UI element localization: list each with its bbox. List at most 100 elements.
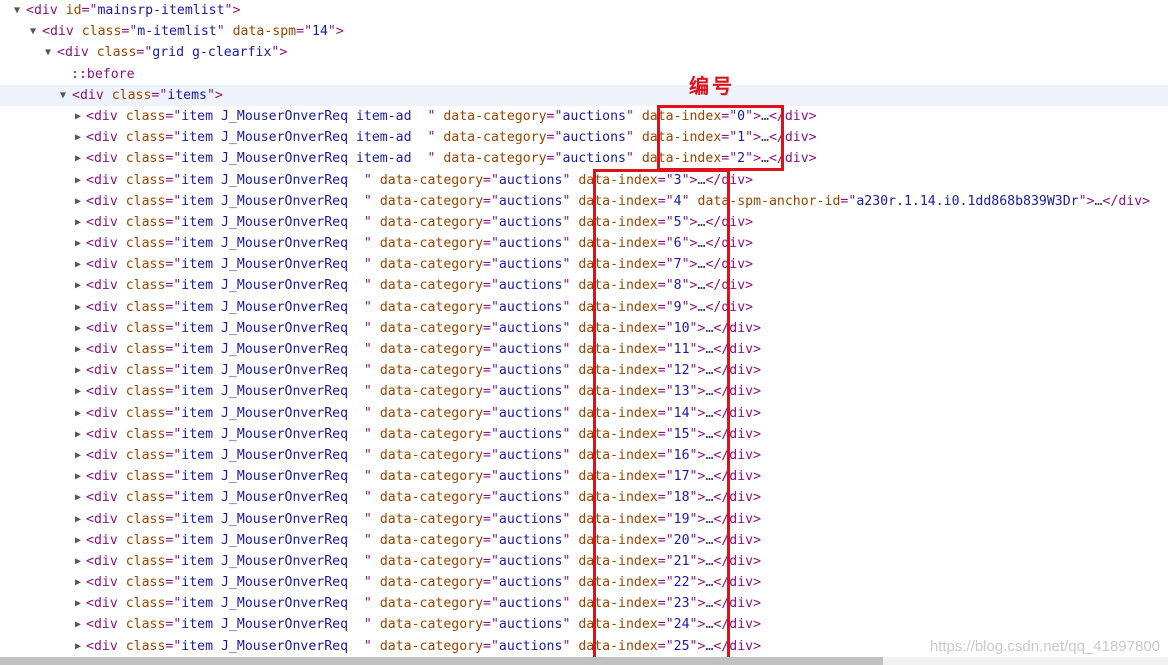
attr-name: data-index [578,447,658,463]
attr-name: data-index [641,108,722,124]
item-class-value: item J_MouserOnverReq [181,490,364,506]
dom-node-item[interactable]: ▶ <div class="item J_MouserOnverReq " dat… [0,275,1168,296]
dom-node-item[interactable]: ▶ <div class="item J_MouserOnverReq " dat… [0,191,1168,212]
attr-name: data-category [379,405,484,421]
dom-node-item[interactable]: ▶ <div class="item J_MouserOnverReq " dat… [0,212,1168,233]
item-class-value: item J_MouserOnverReq item-ad [181,151,428,167]
dom-node-pseudo-before[interactable]: ::before [0,64,1168,85]
expand-icon[interactable]: ▶ [73,275,83,296]
expand-icon[interactable]: ▶ [73,466,83,487]
dom-node-m-itemlist[interactable]: ▼ <div class="m-itemlist" data-spm="14"> [0,21,1168,42]
item-class-value: item J_MouserOnverReq [181,299,364,315]
dom-node-grid[interactable]: ▼ <div class="grid g-clearfix"> [0,42,1168,63]
expand-icon[interactable]: ▶ [73,148,83,169]
item-index-value: 1 [737,130,746,146]
expand-icon[interactable]: ▶ [73,487,83,508]
attr-name: data-category [443,130,547,146]
expand-icon[interactable]: ▶ [73,297,83,318]
item-class-value: item J_MouserOnverReq [181,257,364,273]
collapse-icon[interactable]: ▼ [43,42,53,63]
closing-tag: </div> [713,363,762,379]
expand-icon[interactable]: ▶ [73,572,83,593]
dom-node-item[interactable]: ▶ <div class="item J_MouserOnverReq " dat… [0,339,1168,360]
collapse-icon[interactable]: ▼ [28,21,38,42]
item-category-value: auctions [498,236,563,252]
attr-name: data-index [578,575,658,591]
expand-icon[interactable]: ▶ [73,509,83,530]
dom-node-mainsrp-itemlist[interactable]: ▼ <div id="mainsrp-itemlist"> [0,0,1168,21]
collapse-icon[interactable]: ▼ [12,0,22,21]
attr-name: data-index [578,426,658,442]
dom-node-items[interactable]: ▼ <div class="items"> [0,84,1168,106]
closing-tag: </div> [705,299,754,315]
expand-icon[interactable]: ▶ [73,360,83,381]
dom-node-item[interactable]: ▶ <div class="item J_MouserOnverReq " dat… [0,551,1168,572]
item-category-value: auctions [498,172,563,188]
item-category-value: auctions [562,108,626,124]
expand-icon[interactable]: ▶ [73,318,83,339]
item-category-value: auctions [498,575,563,591]
expand-icon[interactable]: ▶ [73,593,83,614]
dom-node-item[interactable]: ▶ <div class="item J_MouserOnverReq item-… [0,148,1168,169]
closing-tag: </div> [713,405,762,421]
dom-node-item[interactable]: ▶ <div class="item J_MouserOnverReq " dat… [0,381,1168,402]
expand-icon[interactable]: ▶ [73,551,83,572]
dom-node-item[interactable]: ▶ <div class="item J_MouserOnverReq " dat… [0,424,1168,445]
dom-node-item[interactable]: ▶ <div class="item J_MouserOnverReq " dat… [0,572,1168,593]
dom-node-item[interactable]: ▶ <div class="item J_MouserOnverReq " dat… [0,360,1168,381]
dom-node-item[interactable]: ▶ <div class="item J_MouserOnverReq item-… [0,106,1168,127]
closing-tag: </div> [713,490,762,506]
expand-icon[interactable]: ▶ [73,614,83,635]
expand-icon[interactable]: ▶ [73,636,83,657]
expand-icon[interactable]: ▶ [73,424,83,445]
dom-node-item[interactable]: ▶ <div class="item J_MouserOnverReq " dat… [0,254,1168,275]
expand-icon[interactable]: ▶ [73,127,83,148]
closing-tag: </div> [705,278,754,294]
dom-node-item[interactable]: ▶ <div class="item J_MouserOnverReq " dat… [0,445,1168,466]
dom-node-item[interactable]: ▶ <div class="item J_MouserOnverReq " dat… [0,530,1168,551]
dom-node-item[interactable]: ▶ <div class="item J_MouserOnverReq " dat… [0,170,1168,191]
attr-name: class [125,553,166,569]
closing-tag: </div> [713,638,762,654]
attr-name: class [125,363,166,379]
collapse-icon[interactable]: ▼ [58,85,68,106]
item-class-value: item J_MouserOnverReq [181,320,364,336]
expand-icon[interactable]: ▶ [73,530,83,551]
dom-node-item[interactable]: ▶ <div class="item J_MouserOnverReq " dat… [0,487,1168,508]
dom-node-item[interactable]: ▶ <div class="item J_MouserOnverReq item-… [0,127,1168,148]
item-index-value: 4 [673,193,682,209]
attr-name: class [125,299,166,315]
attr-name: class [125,575,166,591]
expand-icon[interactable]: ▶ [73,403,83,424]
dom-node-item[interactable]: ▶ <div class="item J_MouserOnverReq " dat… [0,233,1168,254]
expand-icon[interactable]: ▶ [73,191,83,212]
attr-name: data-index [578,214,658,230]
expand-icon[interactable]: ▶ [73,445,83,466]
attr-name: data-category [379,426,484,442]
horizontal-scrollbar[interactable] [0,657,1168,665]
item-index-value: 23 [673,596,690,612]
expand-icon[interactable]: ▶ [73,233,83,254]
dom-node-item[interactable]: ▶ <div class="item J_MouserOnverReq " dat… [0,614,1168,635]
attr-name: class [125,278,166,294]
closing-tag: </div> [768,108,817,124]
item-category-value: auctions [498,363,563,379]
expand-icon[interactable]: ▶ [73,212,83,233]
dom-node-item[interactable]: ▶ <div class="item J_MouserOnverReq " dat… [0,318,1168,339]
dom-node-item[interactable]: ▶ <div class="item J_MouserOnverReq " dat… [0,509,1168,530]
expand-icon[interactable]: ▶ [73,254,83,275]
dom-node-item[interactable]: ▶ <div class="item J_MouserOnverReq " dat… [0,297,1168,318]
dom-node-item[interactable]: ▶ <div class="item J_MouserOnverReq " dat… [0,466,1168,487]
item-index-value: 16 [673,447,690,463]
attr-name: class [125,108,166,124]
expand-icon[interactable]: ▶ [73,381,83,402]
scrollbar-thumb[interactable] [0,657,883,665]
expand-icon[interactable]: ▶ [73,170,83,191]
attr-name: class [125,193,166,209]
item-category-value: auctions [498,405,563,421]
item-category-value: auctions [562,151,626,167]
expand-icon[interactable]: ▶ [73,106,83,127]
dom-node-item[interactable]: ▶ <div class="item J_MouserOnverReq " dat… [0,593,1168,614]
dom-node-item[interactable]: ▶ <div class="item J_MouserOnverReq " dat… [0,403,1168,424]
expand-icon[interactable]: ▶ [73,339,83,360]
